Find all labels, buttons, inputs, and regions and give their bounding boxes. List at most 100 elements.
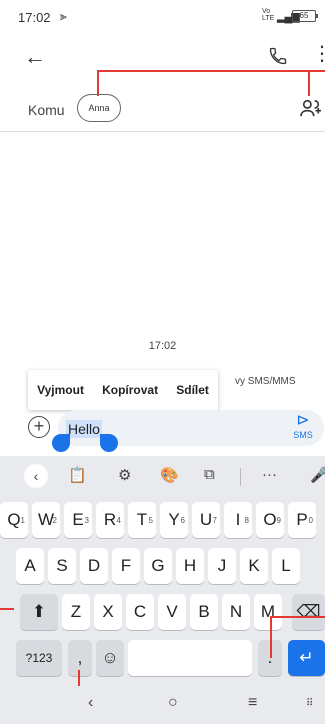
key-hint: 2 xyxy=(52,516,57,525)
key-r[interactable]: R4 xyxy=(96,502,124,538)
key-label: E xyxy=(72,510,84,529)
enter-icon: ↵ xyxy=(299,648,314,667)
play-flag-icon: ⫸ xyxy=(60,9,67,23)
key-label: Y xyxy=(168,510,180,529)
key-p[interactable]: P0 xyxy=(288,502,316,538)
keyboard: ‹ 📋 ⚙ 🎨 ⧉ ··· 🎤 ⬆ ⌫ ?123 , ☺ . ↵ Q1W2E3R… xyxy=(0,456,325,686)
phone-icon[interactable] xyxy=(268,46,288,71)
key-label: K xyxy=(248,556,260,575)
menu-item-copy[interactable]: Kopírovat xyxy=(102,383,158,397)
key-j[interactable]: J xyxy=(208,548,236,584)
key-hint: 0 xyxy=(308,516,313,525)
screen-icon[interactable]: ⧉ xyxy=(204,466,215,483)
callout-line xyxy=(270,616,325,618)
key-label: S xyxy=(56,556,68,575)
keyboard-switch-icon[interactable]: ⠿ xyxy=(306,698,313,709)
backspace-key[interactable]: ⌫ xyxy=(292,594,325,630)
key-n[interactable]: N xyxy=(222,594,250,630)
divider xyxy=(0,131,325,132)
mic-icon[interactable]: 🎤 xyxy=(310,466,325,484)
menu-item-cut[interactable]: Vyjmout xyxy=(37,383,84,397)
chevron-left-icon[interactable]: ‹ xyxy=(24,464,48,488)
key-i[interactable]: I8 xyxy=(224,502,252,538)
add-attachment-icon[interactable]: + xyxy=(28,416,50,438)
key-label: U xyxy=(199,510,213,529)
nav-back-icon[interactable]: ‹ xyxy=(88,694,93,712)
key-x[interactable]: X xyxy=(94,594,122,630)
callout-line xyxy=(97,70,325,72)
key-c[interactable]: C xyxy=(126,594,154,630)
key-h[interactable]: H xyxy=(176,548,204,584)
key-a[interactable]: A xyxy=(16,548,44,584)
to-label: Komu xyxy=(28,102,65,118)
key-hint: 4 xyxy=(116,516,121,525)
menu-item-share[interactable]: Sdílet xyxy=(176,383,209,397)
key-q[interactable]: Q1 xyxy=(0,502,28,538)
more-icon[interactable]: ··· xyxy=(262,466,277,483)
key-label: R xyxy=(103,510,117,529)
clipboard-icon[interactable]: 📋 xyxy=(68,466,87,484)
key-label: J xyxy=(217,556,227,575)
key-d[interactable]: D xyxy=(80,548,108,584)
key-y[interactable]: Y6 xyxy=(160,502,188,538)
callout-line xyxy=(270,616,272,658)
send-sms-button[interactable]: ⊳ SMS xyxy=(288,412,318,440)
nav-recents-icon[interactable]: ≡ xyxy=(248,694,257,712)
key-label: O xyxy=(263,510,277,529)
key-l[interactable]: L xyxy=(272,548,300,584)
more-vert-icon[interactable]: ⋮ xyxy=(312,44,325,64)
key-z[interactable]: Z xyxy=(62,594,90,630)
key-o[interactable]: O9 xyxy=(256,502,284,538)
space-key[interactable] xyxy=(128,640,252,676)
key-label: Q xyxy=(7,510,21,529)
symbols-key[interactable]: ?123 xyxy=(16,640,62,676)
emoji-key[interactable]: ☺ xyxy=(96,640,124,676)
key-f[interactable]: F xyxy=(112,548,140,584)
key-label: Z xyxy=(70,602,82,621)
keyboard-toolbar: ‹ 📋 ⚙ 🎨 ⧉ ··· 🎤 xyxy=(0,462,325,492)
smiley-icon: ☺ xyxy=(101,648,119,667)
key-g[interactable]: G xyxy=(144,548,172,584)
battery-icon: 65 xyxy=(292,10,318,22)
key-hint: 7 xyxy=(212,516,217,525)
gear-icon[interactable]: ⚙ xyxy=(118,466,131,484)
key-w[interactable]: W2 xyxy=(32,502,60,538)
key-label: H xyxy=(183,556,197,575)
compose-bar: + Hello ⊳ SMS xyxy=(0,402,325,456)
key-b[interactable]: B xyxy=(190,594,218,630)
app-bar: ← ⋮ xyxy=(0,40,325,80)
key-s[interactable]: S xyxy=(48,548,76,584)
key-label: D xyxy=(87,556,101,575)
key-hint: 3 xyxy=(84,516,89,525)
volte-indicator: Vo LTE xyxy=(262,8,275,22)
shift-key[interactable]: ⬆ xyxy=(20,594,58,630)
key-e[interactable]: E3 xyxy=(64,502,92,538)
message-timestamp: 17:02 xyxy=(148,340,177,352)
key-label: N xyxy=(229,602,243,621)
recipient-chip[interactable]: Anna xyxy=(77,94,121,122)
message-text[interactable]: Hello xyxy=(66,420,102,438)
key-hint: 1 xyxy=(20,516,25,525)
add-person-icon[interactable] xyxy=(300,98,322,123)
status-time: 17:02 xyxy=(18,10,51,25)
callout-line xyxy=(0,608,14,610)
palette-icon[interactable]: 🎨 xyxy=(160,466,179,484)
key-label: P xyxy=(296,510,308,529)
key-hint: 5 xyxy=(148,516,153,525)
key-hint: 6 xyxy=(180,516,185,525)
key-v[interactable]: V xyxy=(158,594,186,630)
key-u[interactable]: U7 xyxy=(192,502,220,538)
key-label: F xyxy=(120,556,132,575)
toolbar-separator xyxy=(240,468,241,486)
comma-key[interactable]: , xyxy=(68,640,92,676)
nav-home-icon[interactable]: ○ xyxy=(168,694,178,712)
key-m[interactable]: M xyxy=(254,594,282,630)
selection-handle-right[interactable] xyxy=(100,434,118,452)
key-t[interactable]: T5 xyxy=(128,502,156,538)
back-arrow-icon[interactable]: ← xyxy=(24,44,46,70)
enter-key[interactable]: ↵ xyxy=(288,640,325,676)
sms-mms-note: vy SMS/MMS xyxy=(235,376,296,387)
selection-handle-left[interactable] xyxy=(52,434,70,452)
key-k[interactable]: K xyxy=(240,548,268,584)
navigation-bar: ‹ ○ ≡ ⠿ xyxy=(0,686,325,724)
